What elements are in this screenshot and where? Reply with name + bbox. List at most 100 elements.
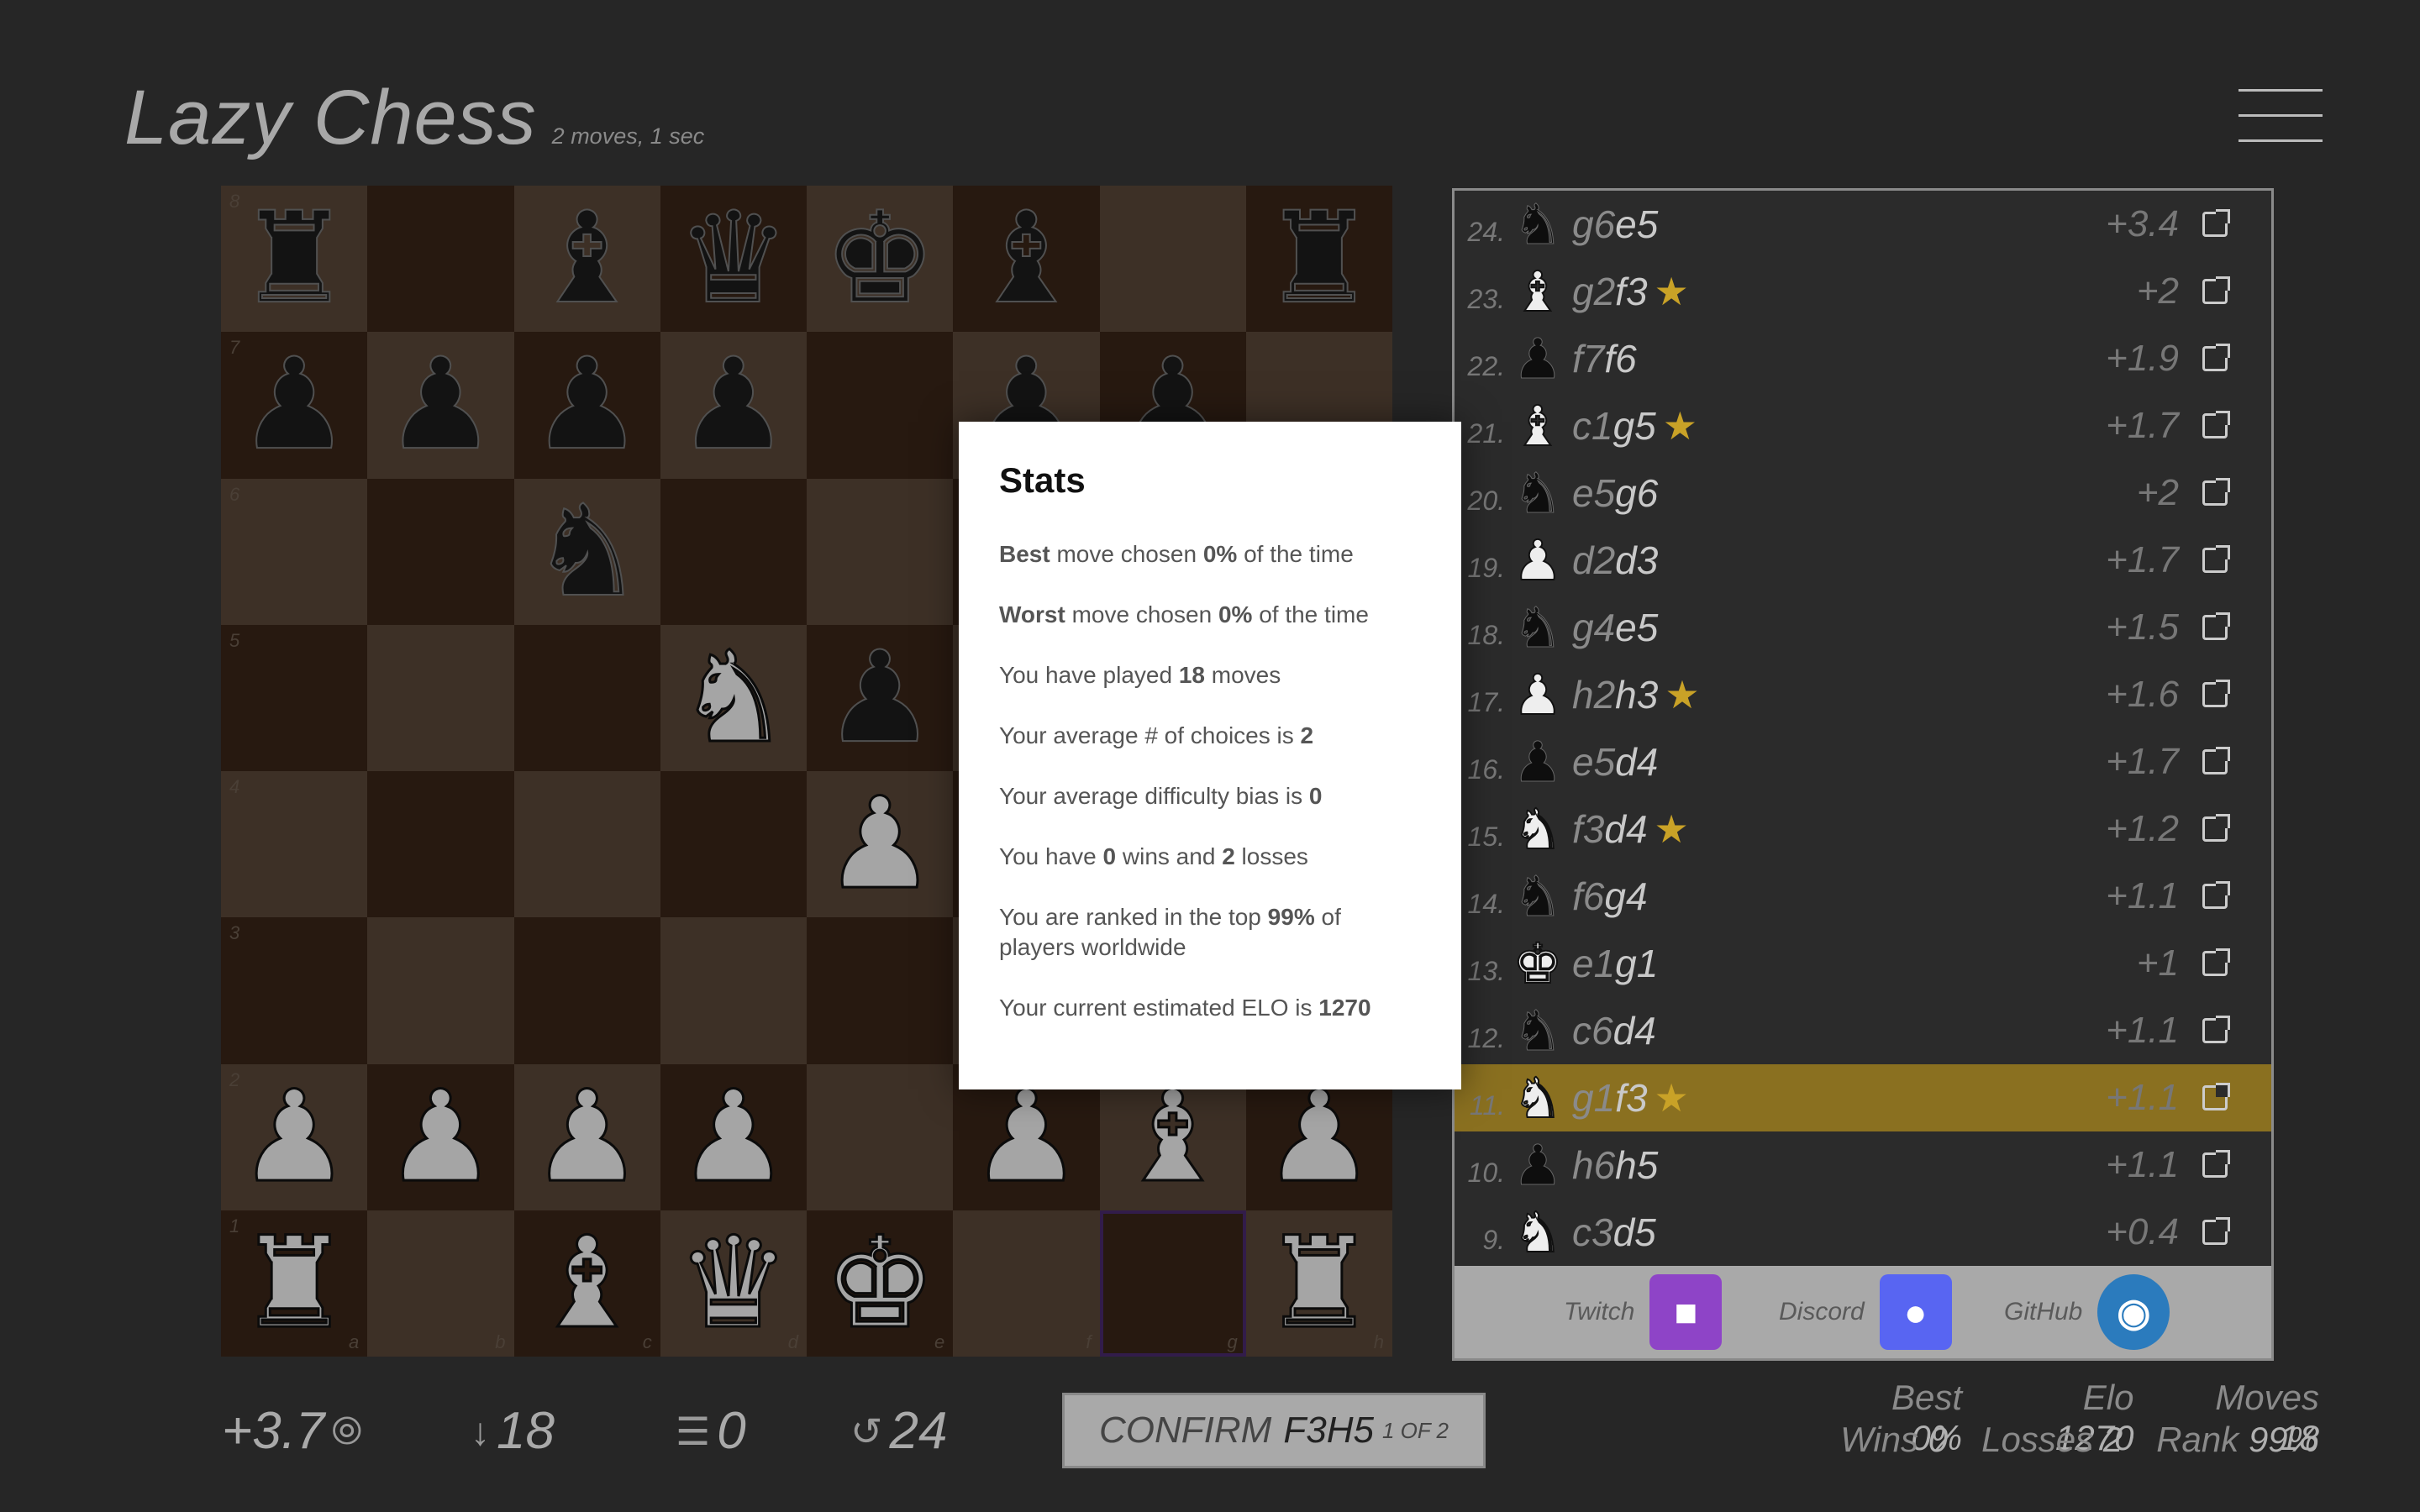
move-list-item[interactable]: 16. ♟ e5 d4 +1.7	[1455, 728, 2271, 795]
square-b4[interactable]	[367, 771, 514, 918]
black-bishop-icon[interactable]: ♝	[969, 195, 1083, 323]
external-link-icon[interactable]	[2202, 881, 2230, 909]
square-f1[interactable]: f	[953, 1210, 1100, 1357]
move-list[interactable]: 24. ♞ g6 e5 +3.4 23. ♝ g2 f3 ★ +2 22. ♟ f7 f6 +1.9 21. ♝ c…	[1455, 191, 2271, 1266]
square-d1[interactable]: d ♛	[660, 1210, 807, 1357]
square-c1[interactable]: c ♝	[513, 1210, 660, 1357]
square-a3[interactable]: 3	[221, 917, 368, 1064]
square-c7[interactable]: ♟	[513, 332, 660, 479]
external-link-icon[interactable]	[2202, 1083, 2230, 1110]
square-c8[interactable]: ♝	[513, 186, 660, 333]
square-a1[interactable]: 1 a ♜	[221, 1210, 368, 1357]
move-list-item[interactable]: 10. ♟ h6 h5 +1.1	[1455, 1131, 2271, 1199]
square-h8[interactable]: ♜	[1245, 186, 1392, 333]
black-knight-icon[interactable]: ♞	[529, 488, 644, 616]
white-pawn-icon[interactable]: ♟	[236, 1073, 351, 1201]
square-g8[interactable]	[1099, 186, 1246, 333]
external-link-icon[interactable]	[2202, 680, 2230, 707]
white-pawn-icon[interactable]: ♟	[676, 1073, 791, 1201]
square-e6[interactable]	[807, 478, 954, 625]
external-link-icon[interactable]	[2202, 1217, 2230, 1245]
black-pawn-icon[interactable]: ♟	[237, 341, 351, 469]
white-bishop-icon[interactable]: ♝	[529, 1219, 644, 1347]
move-list-item[interactable]: 14. ♞ f6 g4 +1.1	[1455, 863, 2271, 930]
square-a7[interactable]: 7 ♟	[221, 332, 368, 479]
square-h1[interactable]: h ♜	[1245, 1210, 1392, 1357]
discord-link[interactable]: Discord ●	[1779, 1274, 1952, 1350]
square-b8[interactable]	[367, 186, 514, 333]
square-d3[interactable]	[660, 917, 807, 1064]
square-b3[interactable]	[367, 917, 514, 1064]
white-pawn-icon[interactable]: ♟	[822, 780, 937, 909]
move-list-item[interactable]: 20. ♞ e5 g6 +2	[1455, 459, 2271, 527]
white-pawn-icon[interactable]: ♟	[1261, 1073, 1376, 1201]
external-link-icon[interactable]	[2202, 1016, 2230, 1043]
white-queen-icon[interactable]: ♛	[676, 1219, 791, 1347]
square-c6[interactable]: ♞	[513, 478, 660, 625]
white-pawn-icon[interactable]: ♟	[969, 1073, 1084, 1201]
square-e8[interactable]: ♚	[807, 186, 954, 333]
square-d5[interactable]: ♞	[660, 624, 807, 771]
black-pawn-icon[interactable]: ♟	[823, 634, 937, 762]
external-link-icon[interactable]	[2202, 344, 2230, 371]
square-a6[interactable]: 6	[221, 478, 368, 625]
move-list-item[interactable]: 22. ♟ f7 f6 +1.9	[1455, 325, 2271, 392]
move-list-item[interactable]: 18. ♞ g4 e5 +1.5	[1455, 594, 2271, 661]
move-list-item[interactable]: 11. ♞ g1 f3 ★ +1.1	[1455, 1064, 2271, 1131]
github-link[interactable]: GitHub ◉	[2004, 1274, 2170, 1350]
square-a4[interactable]: 4	[221, 771, 368, 918]
square-d6[interactable]	[660, 478, 807, 625]
square-e1[interactable]: e ♚	[807, 1210, 954, 1357]
twitch-icon[interactable]: ■	[1649, 1274, 1723, 1350]
white-pawn-icon[interactable]: ♟	[383, 1073, 498, 1201]
black-rook-icon[interactable]: ♜	[237, 195, 351, 323]
square-b1[interactable]: b	[367, 1210, 514, 1357]
square-b7[interactable]: ♟	[367, 332, 514, 479]
square-e5[interactable]: ♟	[807, 624, 954, 771]
white-rook-icon[interactable]: ♜	[236, 1219, 351, 1347]
move-list-item[interactable]: 19. ♟ d2 d3 +1.7	[1455, 527, 2271, 594]
move-list-item[interactable]: 24. ♞ g6 e5 +3.4	[1455, 191, 2271, 258]
square-d8[interactable]: ♛	[660, 186, 807, 333]
discord-icon[interactable]: ●	[1879, 1274, 1952, 1350]
external-link-icon[interactable]	[2202, 209, 2230, 237]
black-queen-icon[interactable]: ♛	[676, 195, 791, 323]
move-list-item[interactable]: 15. ♞ f3 d4 ★ +1.2	[1455, 795, 2271, 863]
square-f8[interactable]: ♝	[953, 186, 1100, 333]
stats-modal[interactable]: Stats Best move chosen 0% of the time Wo…	[959, 422, 1461, 1089]
white-king-icon[interactable]: ♚	[822, 1219, 937, 1347]
square-c2[interactable]: ♟	[513, 1063, 660, 1210]
twitch-link[interactable]: Twitch ■	[1564, 1274, 1723, 1350]
black-pawn-icon[interactable]: ♟	[529, 341, 644, 469]
hamburger-menu-icon[interactable]	[2238, 89, 2323, 143]
move-list-item[interactable]: 21. ♝ c1 g5 ★ +1.7	[1455, 392, 2271, 459]
black-bishop-icon[interactable]: ♝	[529, 195, 644, 323]
external-link-icon[interactable]	[2202, 814, 2230, 842]
square-e7[interactable]	[807, 332, 954, 479]
external-link-icon[interactable]	[2202, 276, 2230, 304]
external-link-icon[interactable]	[2202, 747, 2230, 774]
white-pawn-icon[interactable]: ♟	[529, 1073, 644, 1201]
black-king-icon[interactable]: ♚	[823, 195, 937, 323]
square-e2[interactable]	[807, 1063, 954, 1210]
move-list-item[interactable]: 12. ♞ c6 d4 +1.1	[1455, 997, 2271, 1064]
move-list-item[interactable]: 23. ♝ g2 f3 ★ +2	[1455, 258, 2271, 325]
external-link-icon[interactable]	[2202, 478, 2230, 506]
github-icon[interactable]: ◉	[2097, 1274, 2170, 1350]
square-c4[interactable]	[513, 771, 660, 918]
square-d7[interactable]: ♟	[660, 332, 807, 479]
square-a2[interactable]: 2 ♟	[221, 1063, 368, 1210]
external-link-icon[interactable]	[2202, 612, 2230, 640]
move-list-item[interactable]: 17. ♟ h2 h3 ★ +1.6	[1455, 661, 2271, 728]
external-link-icon[interactable]	[2202, 545, 2230, 573]
square-b6[interactable]	[367, 478, 514, 625]
square-a5[interactable]: 5	[221, 624, 368, 771]
white-knight-icon[interactable]: ♞	[676, 633, 791, 762]
external-link-icon[interactable]	[2202, 948, 2230, 976]
square-b5[interactable]	[367, 624, 514, 771]
square-g1[interactable]: g	[1099, 1210, 1246, 1357]
move-list-item[interactable]: 9. ♞ c3 d5 +0.4	[1455, 1199, 2271, 1266]
square-b2[interactable]: ♟	[367, 1063, 514, 1210]
square-c3[interactable]	[513, 917, 660, 1064]
black-rook-icon[interactable]: ♜	[1262, 195, 1376, 323]
